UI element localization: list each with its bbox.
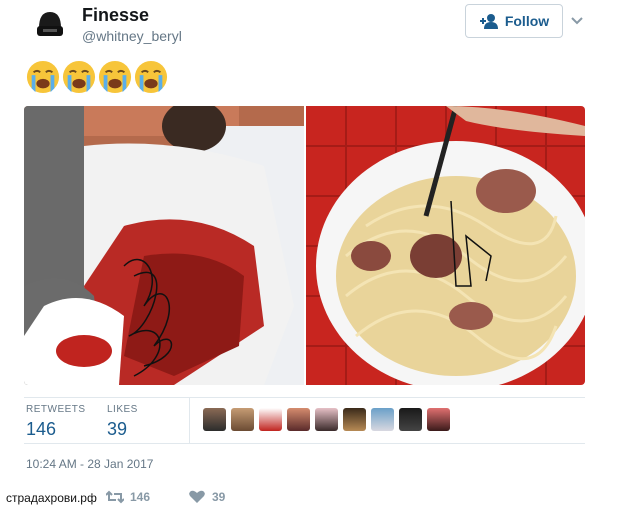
tweet-timestamp[interactable]: 10:24 AM - 28 Jan 2017 — [26, 457, 153, 471]
stats-separator — [189, 398, 190, 443]
user-avatar[interactable] — [30, 6, 70, 46]
follow-label: Follow — [504, 13, 550, 29]
loudly-crying-face-icon — [62, 60, 96, 94]
watermark: страдахрови.рф — [6, 491, 97, 505]
retweets-count: 146 — [26, 419, 57, 439]
loudly-crying-face-icon — [26, 60, 60, 94]
loudly-crying-face-icon — [134, 60, 168, 94]
liker-avatar[interactable] — [259, 408, 282, 431]
like-count: 39 — [212, 490, 226, 504]
liker-avatar[interactable] — [399, 408, 422, 431]
likes-label: LIKES — [107, 404, 138, 415]
user-handle[interactable]: @whitney_beryl — [82, 28, 182, 44]
heart-icon — [189, 490, 205, 503]
retweet-count: 146 — [130, 490, 151, 504]
like-button[interactable]: 39 — [188, 490, 225, 504]
tweet-actions: страдахрови.рф 146 39 — [0, 486, 621, 505]
loudly-crying-face-icon — [98, 60, 132, 94]
liker-avatar[interactable] — [231, 408, 254, 431]
likes-count: 39 — [107, 419, 128, 439]
liker-avatar[interactable] — [371, 408, 394, 431]
tweet-photo-left[interactable] — [24, 106, 304, 385]
liker-avatar[interactable] — [287, 408, 310, 431]
retweet-button[interactable]: 146 — [106, 490, 150, 504]
tweet-photo-right[interactable] — [306, 106, 585, 385]
add-user-icon — [479, 14, 498, 29]
likes-stat[interactable]: LIKES 39 — [107, 404, 138, 440]
liker-avatar[interactable] — [315, 408, 338, 431]
retweets-label: RETWEETS — [26, 404, 86, 415]
retweet-icon — [106, 490, 124, 504]
liker-avatar[interactable] — [343, 408, 366, 431]
chevron-down-icon[interactable] — [570, 14, 584, 28]
user-display-name[interactable]: Finesse — [82, 5, 149, 26]
liker-avatar[interactable] — [203, 408, 226, 431]
stats-divider-top — [24, 397, 585, 398]
retweets-stat[interactable]: RETWEETS 146 — [26, 404, 86, 440]
stats-divider-bottom — [24, 443, 585, 444]
tweet-text — [26, 60, 170, 101]
liker-avatars — [203, 408, 450, 431]
liker-avatar[interactable] — [427, 408, 450, 431]
follow-button[interactable]: Follow — [465, 4, 563, 38]
